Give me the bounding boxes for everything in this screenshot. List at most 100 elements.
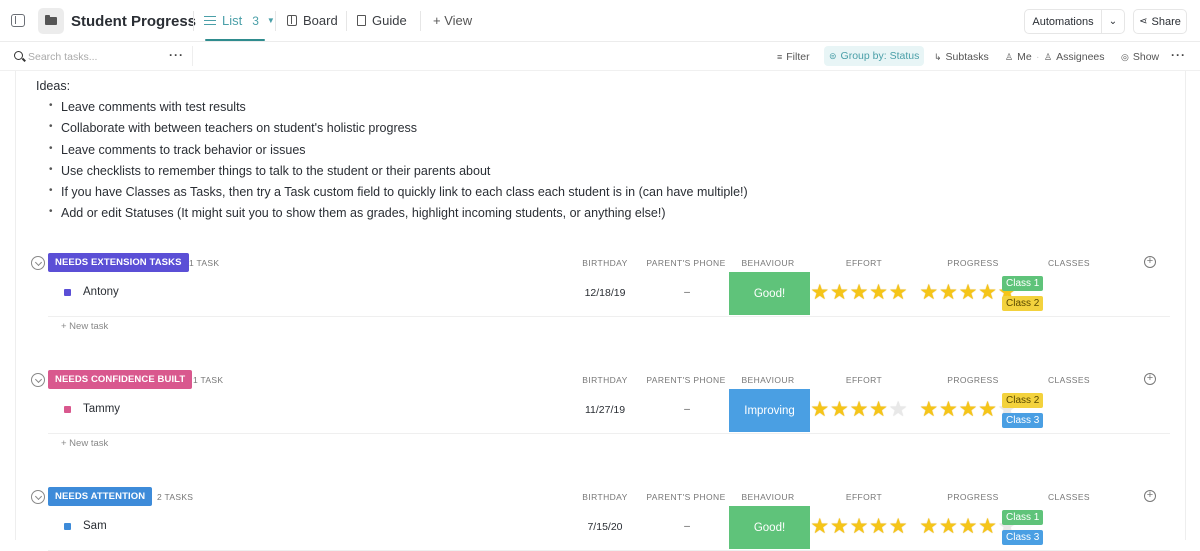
column-header-progress[interactable]: PROGRESS [937, 375, 1009, 385]
column-header-parents-phone[interactable]: PARENT'S PHONE [645, 492, 727, 502]
subtasks-button[interactable]: ↳ Subtasks [934, 51, 989, 63]
column-header-parents-phone[interactable]: PARENT'S PHONE [645, 258, 727, 268]
behaviour-label[interactable]: Good! [729, 272, 810, 315]
task-name[interactable]: Antony [83, 286, 119, 298]
star-filled-icon[interactable]: ★ [849, 516, 869, 537]
status-square-icon[interactable] [64, 523, 71, 530]
column-header-classes[interactable]: CLASSES [1036, 258, 1102, 268]
effort-rating[interactable]: ★ ★ ★ ★ ★ [810, 516, 908, 537]
more-options-icon[interactable]: ··· [1171, 48, 1186, 62]
tab-list[interactable]: List 3 ▼ [204, 13, 275, 28]
star-filled-icon[interactable]: ★ [888, 516, 908, 537]
star-filled-icon[interactable]: ★ [869, 399, 889, 420]
class-tag[interactable]: Class 1 [1002, 510, 1044, 525]
star-filled-icon[interactable]: ★ [810, 399, 830, 420]
column-header-progress[interactable]: PROGRESS [937, 492, 1009, 502]
behaviour-label[interactable]: Good! [729, 506, 810, 549]
star-filled-icon[interactable]: ★ [810, 282, 830, 303]
table-row[interactable]: Sam 7/15/20– Good! ★ ★ ★ ★ ★ ★ ★ ★ ★ ★ Class 1 Class 3 [48, 506, 1170, 551]
star-filled-icon[interactable]: ★ [830, 282, 850, 303]
task-name[interactable]: Tammy [83, 403, 120, 415]
show-button[interactable]: ◎ Show [1121, 51, 1159, 63]
column-header-birthday[interactable]: BIRTHDAY [565, 492, 645, 502]
column-header-behaviour[interactable]: BEHAVIOUR [730, 375, 806, 385]
star-filled-icon[interactable]: ★ [830, 399, 850, 420]
folder-button[interactable] [38, 8, 64, 34]
me-button[interactable]: ♙ Me [1005, 51, 1032, 63]
column-header-classes[interactable]: CLASSES [1036, 375, 1102, 385]
star-filled-icon[interactable]: ★ [849, 399, 869, 420]
collapse-chevron-icon[interactable] [31, 490, 45, 504]
add-view-button[interactable]: + View [433, 13, 472, 28]
class-tag[interactable]: Class 3 [1002, 530, 1044, 545]
column-header-progress[interactable]: PROGRESS [937, 258, 1009, 268]
add-column-icon[interactable]: + [1144, 256, 1156, 268]
sidebar-toggle-icon[interactable] [11, 14, 25, 27]
class-tag[interactable]: Class 3 [1002, 413, 1044, 428]
table-row[interactable]: Tammy 11/27/19– Improving ★ ★ ★ ★ ★ ★ ★ ★ ★ ★ Class 2… [48, 389, 1170, 434]
star-filled-icon[interactable]: ★ [830, 516, 850, 537]
star-filled-icon[interactable]: ★ [869, 516, 889, 537]
behaviour-label[interactable]: Improving [729, 389, 810, 432]
task-count: 1 TASK [193, 375, 224, 385]
column-header-birthday[interactable]: BIRTHDAY [565, 375, 645, 385]
new-task-button[interactable]: + New task [61, 438, 108, 449]
status-badge[interactable]: NEEDS ATTENTION [48, 487, 153, 506]
task-name[interactable]: Sam [83, 520, 107, 532]
filter-button[interactable]: ≡ Filter [777, 51, 810, 63]
column-header-effort[interactable]: EFFORT [828, 492, 900, 502]
star-filled-icon[interactable]: ★ [888, 282, 908, 303]
more-options-icon[interactable]: ··· [169, 48, 184, 62]
star-filled-icon[interactable]: ★ [919, 516, 939, 537]
star-filled-icon[interactable]: ★ [849, 282, 869, 303]
assignees-button[interactable]: ♙ Assignees [1044, 51, 1105, 63]
star-filled-icon[interactable]: ★ [939, 516, 959, 537]
column-header-classes[interactable]: CLASSES [1036, 492, 1102, 502]
filter-label: Filter [786, 51, 810, 63]
star-filled-icon[interactable]: ★ [919, 399, 939, 420]
effort-rating[interactable]: ★ ★ ★ ★ ★ [810, 399, 908, 420]
new-task-button[interactable]: + New task [61, 321, 108, 332]
effort-rating[interactable]: ★ ★ ★ ★ ★ [810, 282, 908, 303]
assignees-label: Assignees [1056, 51, 1105, 63]
column-header-birthday[interactable]: BIRTHDAY [565, 258, 645, 268]
class-tag[interactable]: Class 2 [1002, 393, 1044, 408]
star-filled-icon[interactable]: ★ [939, 282, 959, 303]
group-by-button[interactable]: ⊜ Group by: Status [824, 46, 925, 66]
star-filled-icon[interactable]: ★ [978, 282, 998, 303]
search-input[interactable] [28, 49, 158, 65]
star-filled-icon[interactable]: ★ [958, 399, 978, 420]
star-filled-icon[interactable]: ★ [810, 516, 830, 537]
share-button[interactable]: ⋖ Share [1133, 9, 1187, 34]
add-column-icon[interactable]: + [1144, 373, 1156, 385]
status-square-icon[interactable] [64, 289, 71, 296]
star-filled-icon[interactable]: ★ [958, 516, 978, 537]
collapse-chevron-icon[interactable] [31, 256, 45, 270]
column-header-behaviour[interactable]: BEHAVIOUR [730, 492, 806, 502]
column-header-effort[interactable]: EFFORT [828, 258, 900, 268]
collapse-chevron-icon[interactable] [31, 373, 45, 387]
add-column-icon[interactable]: + [1144, 490, 1156, 502]
column-header-behaviour[interactable]: BEHAVIOUR [730, 258, 806, 268]
status-badge[interactable]: NEEDS EXTENSION TASKS [48, 253, 189, 272]
star-filled-icon[interactable]: ★ [978, 516, 998, 537]
tab-board[interactable]: Board [287, 13, 338, 28]
caret-down-icon[interactable]: ▼ [267, 16, 275, 25]
column-header-parents-phone[interactable]: PARENT'S PHONE [645, 375, 727, 385]
status-square-icon[interactable] [64, 406, 71, 413]
tab-guide[interactable]: Guide [357, 13, 407, 28]
star-filled-icon[interactable]: ★ [939, 399, 959, 420]
star-filled-icon[interactable]: ★ [919, 282, 939, 303]
star-filled-icon[interactable]: ★ [869, 282, 889, 303]
star-empty-icon[interactable]: ★ [888, 399, 908, 420]
table-row[interactable]: Antony 12/18/19– Good! ★ ★ ★ ★ ★ ★ ★ ★ ★ ★ Class 1 Cla… [48, 272, 1170, 317]
automations-dropdown-button[interactable]: ⌄ [1101, 9, 1125, 34]
automations-button[interactable]: Automations [1024, 9, 1102, 34]
star-filled-icon[interactable]: ★ [958, 282, 978, 303]
star-filled-icon[interactable]: ★ [978, 399, 998, 420]
column-header-effort[interactable]: EFFORT [828, 375, 900, 385]
class-tag[interactable]: Class 2 [1002, 296, 1044, 311]
status-badge[interactable]: NEEDS CONFIDENCE BUILT [48, 370, 193, 389]
scrollbar-track[interactable] [1185, 71, 1186, 540]
class-tag[interactable]: Class 1 [1002, 276, 1044, 291]
